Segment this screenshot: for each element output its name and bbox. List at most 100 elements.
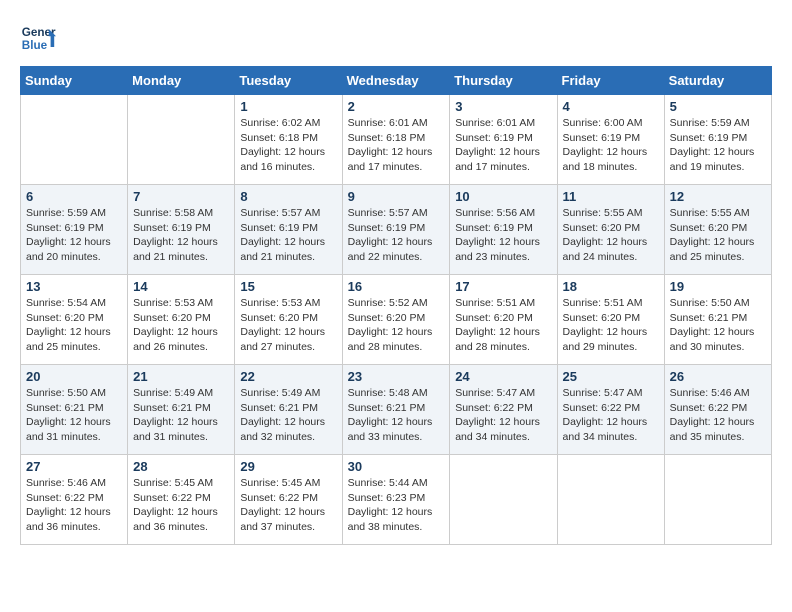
sunrise-text: Sunrise: 5:45 AM bbox=[133, 477, 213, 489]
sunrise-text: Sunrise: 5:50 AM bbox=[670, 297, 750, 309]
daylight-text: Daylight: 12 hours and 32 minutes. bbox=[240, 416, 325, 443]
cell-info: Sunrise: 5:55 AMSunset: 6:20 PMDaylight:… bbox=[563, 206, 659, 265]
sunset-text: Sunset: 6:19 PM bbox=[133, 222, 211, 234]
sunset-text: Sunset: 6:22 PM bbox=[26, 492, 104, 504]
calendar-cell: 30Sunrise: 5:44 AMSunset: 6:23 PMDayligh… bbox=[342, 455, 450, 545]
calendar-week-row: 13 Sunrise: 5:54 AM Sunset: 6:20 PM Dayligh… bbox=[21, 275, 772, 365]
calendar-cell bbox=[21, 95, 128, 185]
sunrise-text: Sunrise: 6:02 AM bbox=[240, 117, 320, 129]
daylight-text: Daylight: 12 hours and 17 minutes. bbox=[455, 146, 540, 173]
cell-day-number: 15 bbox=[240, 279, 336, 294]
cell-info: Sunrise: 6:01 AMSunset: 6:19 PMDaylight:… bbox=[455, 116, 551, 175]
cell-info: Sunrise: 5:49 AM Sunset: 6:21 PM Daylight:… bbox=[240, 386, 336, 445]
calendar-cell: 12Sunrise: 5:55 AMSunset: 6:20 PMDayligh… bbox=[664, 185, 771, 275]
sunrise-text: Sunrise: 5:46 AM bbox=[670, 387, 750, 399]
cell-info: Sunrise: 5:58 AMSunset: 6:19 PMDaylight:… bbox=[133, 206, 229, 265]
daylight-text: Daylight: 12 hours and 37 minutes. bbox=[240, 506, 325, 533]
cell-info: Sunrise: 5:45 AMSunset: 6:22 PMDaylight:… bbox=[133, 476, 229, 535]
cell-info: Sunrise: 5:47 AMSunset: 6:22 PMDaylight:… bbox=[563, 386, 659, 445]
cell-day-number: 22 bbox=[240, 369, 336, 384]
weekday-header: Friday bbox=[557, 67, 664, 95]
calendar-cell: 7Sunrise: 5:58 AMSunset: 6:19 PMDaylight… bbox=[128, 185, 235, 275]
cell-info: Sunrise: 5:48 AMSunset: 6:21 PMDaylight:… bbox=[348, 386, 445, 445]
weekday-header: Wednesday bbox=[342, 67, 450, 95]
calendar-cell: 6Sunrise: 5:59 AMSunset: 6:19 PMDaylight… bbox=[21, 185, 128, 275]
sunset-text: Sunset: 6:20 PM bbox=[455, 312, 533, 324]
sunrise-text: Sunrise: 5:48 AM bbox=[348, 387, 428, 399]
sunrise-text: Sunrise: 5:51 AM bbox=[563, 297, 643, 309]
sunset-text: Sunset: 6:19 PM bbox=[26, 222, 104, 234]
sunrise-text: Sunrise: 5:46 AM bbox=[26, 477, 106, 489]
calendar-cell: 29 Sunrise: 5:45 AM Sunset: 6:22 PM Dayligh… bbox=[235, 455, 342, 545]
sunset-text: Sunset: 6:20 PM bbox=[348, 312, 426, 324]
svg-text:Blue: Blue bbox=[22, 39, 48, 52]
sunrise-text: Sunrise: 5:49 AM bbox=[240, 387, 320, 399]
calendar-cell: 14Sunrise: 5:53 AMSunset: 6:20 PMDayligh… bbox=[128, 275, 235, 365]
cell-info: Sunrise: 6:00 AMSunset: 6:19 PMDaylight:… bbox=[563, 116, 659, 175]
sunrise-text: Sunrise: 6:01 AM bbox=[455, 117, 535, 129]
cell-day-number: 17 bbox=[455, 279, 551, 294]
calendar-week-row: 6Sunrise: 5:59 AMSunset: 6:19 PMDaylight… bbox=[21, 185, 772, 275]
cell-day-number: 7 bbox=[133, 189, 229, 204]
sunset-text: Sunset: 6:22 PM bbox=[240, 492, 318, 504]
logo-icon: General Blue bbox=[20, 20, 56, 56]
calendar-cell: 5Sunrise: 5:59 AMSunset: 6:19 PMDaylight… bbox=[664, 95, 771, 185]
cell-day-number: 16 bbox=[348, 279, 445, 294]
sunset-text: Sunset: 6:19 PM bbox=[240, 222, 318, 234]
sunrise-text: Sunrise: 6:00 AM bbox=[563, 117, 643, 129]
daylight-text: Daylight: 12 hours and 30 minutes. bbox=[670, 326, 755, 353]
sunset-text: Sunset: 6:19 PM bbox=[563, 132, 641, 144]
calendar-cell: 24Sunrise: 5:47 AMSunset: 6:22 PMDayligh… bbox=[450, 365, 557, 455]
cell-day-number: 3 bbox=[455, 99, 551, 114]
calendar-cell bbox=[450, 455, 557, 545]
daylight-text: Daylight: 12 hours and 28 minutes. bbox=[455, 326, 540, 353]
calendar-cell: 20 Sunrise: 5:50 AMSunset: 6:21 PMDayligh… bbox=[21, 365, 128, 455]
calendar-header: SundayMondayTuesdayWednesdayThursdayFrid… bbox=[21, 67, 772, 95]
cell-day-number: 30 bbox=[348, 459, 445, 474]
daylight-text: Daylight: 12 hours and 19 minutes. bbox=[670, 146, 755, 173]
daylight-text: Daylight: 12 hours and 36 minutes. bbox=[26, 506, 111, 533]
calendar-table: SundayMondayTuesdayWednesdayThursdayFrid… bbox=[20, 66, 772, 545]
calendar-week-row: 20 Sunrise: 5:50 AMSunset: 6:21 PMDayligh… bbox=[21, 365, 772, 455]
calendar-week-row: 1Sunrise: 6:02 AMSunset: 6:18 PMDaylight… bbox=[21, 95, 772, 185]
sunset-text: Sunset: 6:22 PM bbox=[133, 492, 211, 504]
sunrise-text: Sunrise: 5:44 AM bbox=[348, 477, 428, 489]
cell-day-number: 20 bbox=[26, 369, 122, 384]
sunrise-text: Sunrise: 5:53 AM bbox=[240, 297, 320, 309]
calendar-week-row: 27Sunrise: 5:46 AMSunset: 6:22 PMDayligh… bbox=[21, 455, 772, 545]
logo: General Blue bbox=[20, 20, 60, 56]
cell-info: Sunrise: 5:51 AM Sunset: 6:20 PM Daylight:… bbox=[455, 296, 551, 355]
sunrise-text: Sunrise: 5:51 AM bbox=[455, 297, 535, 309]
cell-info: Sunrise: 5:50 AMSunset: 6:21 PMDaylight:… bbox=[26, 386, 122, 445]
sunset-text: Sunset: 6:20 PM bbox=[563, 312, 641, 324]
cell-day-number: 13 bbox=[26, 279, 122, 294]
daylight-text: Daylight: 12 hours and 21 minutes. bbox=[240, 236, 325, 263]
sunrise-text: Sunrise: 5:54 AM bbox=[26, 297, 106, 309]
cell-day-number: 29 bbox=[240, 459, 336, 474]
daylight-text: Daylight: 12 hours and 34 minutes. bbox=[455, 416, 540, 443]
sunset-text: Sunset: 6:19 PM bbox=[670, 132, 748, 144]
weekday-header: Saturday bbox=[664, 67, 771, 95]
calendar-cell: 28Sunrise: 5:45 AMSunset: 6:22 PMDayligh… bbox=[128, 455, 235, 545]
calendar-cell: 26Sunrise: 5:46 AMSunset: 6:22 PMDayligh… bbox=[664, 365, 771, 455]
daylight-text: Daylight: 12 hours and 31 minutes. bbox=[133, 416, 218, 443]
cell-info: Sunrise: 5:53 AMSunset: 6:20 PMDaylight:… bbox=[133, 296, 229, 355]
cell-day-number: 23 bbox=[348, 369, 445, 384]
calendar-cell: 1Sunrise: 6:02 AMSunset: 6:18 PMDaylight… bbox=[235, 95, 342, 185]
cell-info: Sunrise: 6:01 AMSunset: 6:18 PMDaylight:… bbox=[348, 116, 445, 175]
calendar-cell: 11Sunrise: 5:55 AMSunset: 6:20 PMDayligh… bbox=[557, 185, 664, 275]
sunrise-text: Sunrise: 5:59 AM bbox=[26, 207, 106, 219]
calendar-cell: 9Sunrise: 5:57 AMSunset: 6:19 PMDaylight… bbox=[342, 185, 450, 275]
sunset-text: Sunset: 6:19 PM bbox=[455, 222, 533, 234]
calendar-cell: 21Sunrise: 5:49 AMSunset: 6:21 PMDayligh… bbox=[128, 365, 235, 455]
cell-day-number: 10 bbox=[455, 189, 551, 204]
sunrise-text: Sunrise: 5:58 AM bbox=[133, 207, 213, 219]
sunrise-text: Sunrise: 5:45 AM bbox=[240, 477, 320, 489]
sunset-text: Sunset: 6:21 PM bbox=[133, 402, 211, 414]
sunrise-text: Sunrise: 5:47 AM bbox=[563, 387, 643, 399]
daylight-text: Daylight: 12 hours and 20 minutes. bbox=[26, 236, 111, 263]
sunset-text: Sunset: 6:20 PM bbox=[563, 222, 641, 234]
cell-info: Sunrise: 6:02 AMSunset: 6:18 PMDaylight:… bbox=[240, 116, 336, 175]
sunset-text: Sunset: 6:21 PM bbox=[240, 402, 318, 414]
cell-day-number: 5 bbox=[670, 99, 766, 114]
